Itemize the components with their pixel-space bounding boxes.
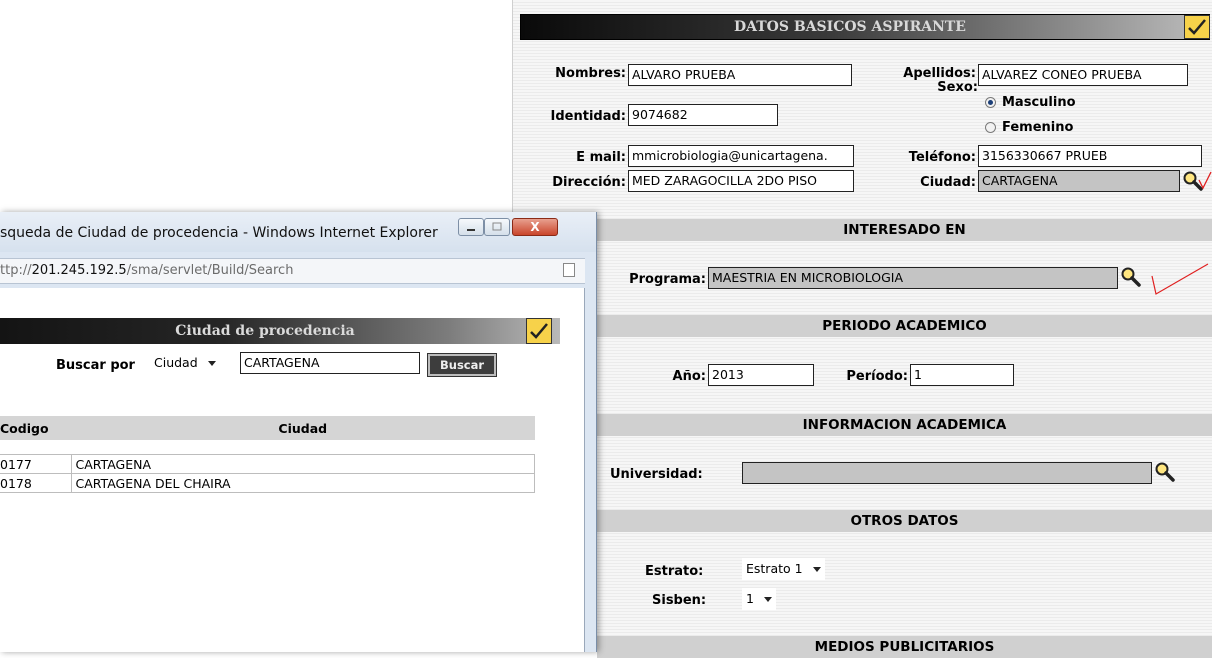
- periodo-input[interactable]: 1: [910, 364, 1014, 386]
- academica-section-header: INFORMACION ACADEMICA: [597, 414, 1212, 436]
- otros-section-header: OTROS DATOS: [597, 510, 1212, 532]
- universidad-input[interactable]: [742, 462, 1152, 484]
- buscar-button[interactable]: Buscar: [428, 354, 497, 376]
- radio-selected-icon: [985, 97, 996, 108]
- apellidos-label: Apellidos:: [903, 66, 976, 81]
- ciudad-cell[interactable]: CARTAGENA DEL CHAIRA: [70, 473, 535, 493]
- codigo-cell: 0177: [0, 454, 72, 474]
- estrato-select[interactable]: Estrato 1: [742, 558, 825, 580]
- minimize-button[interactable]: [458, 218, 484, 236]
- estrato-value: Estrato 1: [746, 561, 803, 576]
- medios-title: MEDIOS PUBLICITARIOS: [814, 639, 995, 655]
- universidad-search-icon[interactable]: [1154, 461, 1176, 483]
- search-popup-window: squeda de Ciudad de procedencia - Window…: [0, 212, 597, 652]
- datos-basicos-header: DATOS BASICOS ASPIRANTE: [520, 14, 1210, 40]
- column-header-codigo: Codigo: [0, 416, 71, 440]
- programa-label: Programa:: [629, 272, 706, 287]
- ano-label: Año:: [672, 369, 706, 384]
- chevron-down-icon: [763, 596, 772, 602]
- table-row[interactable]: 0177 CARTAGENA: [0, 454, 535, 474]
- address-url: ttp://201.245.192.5/sma/servlet/Build/Se…: [0, 263, 293, 278]
- academica-title: INFORMACION ACADEMICA: [802, 417, 1007, 433]
- url-host: 201.245.192.5: [31, 263, 127, 278]
- interesado-section-header: INTERESADO EN: [597, 219, 1212, 241]
- email-input[interactable]: mmicrobiologia@unicartagena.: [628, 145, 854, 167]
- ciudad-input[interactable]: CARTAGENA: [978, 170, 1180, 192]
- chevron-down-icon: [812, 566, 821, 572]
- address-bar[interactable]: ttp://201.245.192.5/sma/servlet/Build/Se…: [0, 258, 585, 284]
- email-label: E mail:: [576, 150, 626, 165]
- medios-section-header: MEDIOS PUBLICITARIOS: [597, 636, 1212, 658]
- programa-input[interactable]: MAESTRIA EN MICROBIOLOGIA: [708, 267, 1118, 289]
- sisben-select[interactable]: 1: [742, 588, 776, 610]
- ciudad-label: Ciudad:: [920, 175, 976, 190]
- nombres-label: Nombres:: [555, 66, 626, 81]
- ciudad-procedencia-title: Ciudad de procedencia: [175, 323, 355, 339]
- ciudad-procedencia-header: Ciudad de procedencia: [0, 318, 560, 344]
- interesado-title: INTERESADO EN: [843, 222, 966, 238]
- identidad-input[interactable]: 9074682: [628, 104, 778, 126]
- buscar-por-value: Ciudad: [154, 355, 198, 370]
- search-input[interactable]: CARTAGENA: [240, 352, 420, 374]
- estrato-label: Estrato:: [645, 564, 704, 579]
- sisben-label: Sisben:: [652, 593, 707, 608]
- telefono-label: Teléfono:: [908, 150, 976, 165]
- nombres-input[interactable]: ALVARO PRUEBA: [628, 64, 852, 86]
- sexo-label: Sexo:: [937, 80, 978, 95]
- window-title-bar: squeda de Ciudad de procedencia - Window…: [0, 212, 596, 252]
- confirm-check-icon[interactable]: [1184, 15, 1210, 39]
- sisben-value: 1: [746, 591, 754, 606]
- minimize-icon: [467, 229, 475, 231]
- ciudad-cell[interactable]: CARTAGENA: [70, 454, 535, 474]
- close-button[interactable]: X: [512, 218, 558, 236]
- results-table: Codigo Ciudad 0177 CARTAGENA 0178 CARTAG…: [0, 416, 535, 493]
- direccion-input[interactable]: MED ZARAGOCILLA 2DO PISO: [628, 170, 854, 192]
- apellidos-input[interactable]: ALVAREZ CONEO PRUEBA: [978, 64, 1188, 86]
- chevron-down-icon: [207, 360, 216, 366]
- table-row[interactable]: 0178 CARTAGENA DEL CHAIRA: [0, 473, 535, 493]
- annotation-tick-icon: [1198, 171, 1212, 190]
- window-title: squeda de Ciudad de procedencia - Window…: [0, 225, 438, 241]
- universidad-label: Universidad:: [610, 467, 703, 482]
- periodo-section-header: PERIODO ACADEMICO: [597, 315, 1212, 337]
- maximize-icon: [492, 222, 502, 231]
- periodo-label: Período:: [846, 369, 908, 384]
- periodo-title: PERIODO ACADEMICO: [822, 318, 987, 334]
- programa-search-icon[interactable]: [1120, 266, 1142, 288]
- popup-content: Ciudad de procedencia Buscar por Ciudad …: [0, 288, 585, 652]
- ano-input[interactable]: 2013: [708, 364, 814, 386]
- page-icon: [563, 263, 575, 277]
- url-path: /sma/servlet/Build/Search: [126, 263, 294, 278]
- annotation-check-icon: [1151, 263, 1209, 295]
- confirm-check-icon[interactable]: [526, 318, 552, 344]
- column-header-ciudad: Ciudad: [71, 416, 535, 440]
- telefono-input[interactable]: 3156330667 PRUEB: [978, 145, 1202, 167]
- direccion-label: Dirección:: [552, 175, 626, 190]
- codigo-cell: 0178: [0, 473, 72, 493]
- sexo-femenino-label: Femenino: [1002, 120, 1074, 135]
- sexo-femenino-radio[interactable]: Femenino: [985, 120, 1073, 135]
- radio-unselected-icon: [985, 122, 996, 133]
- url-prefix: ttp://: [0, 263, 32, 278]
- datos-basicos-title: DATOS BASICOS ASPIRANTE: [734, 19, 966, 35]
- identidad-label: Identidad:: [550, 109, 626, 124]
- buscar-por-label: Buscar por: [56, 358, 135, 373]
- close-icon: X: [530, 220, 540, 234]
- buscar-por-select[interactable]: Ciudad: [150, 352, 220, 374]
- otros-title: OTROS DATOS: [850, 513, 959, 529]
- sexo-masculino-radio[interactable]: Masculino: [985, 95, 1076, 110]
- maximize-button[interactable]: [484, 218, 510, 236]
- sexo-masculino-label: Masculino: [1002, 95, 1076, 110]
